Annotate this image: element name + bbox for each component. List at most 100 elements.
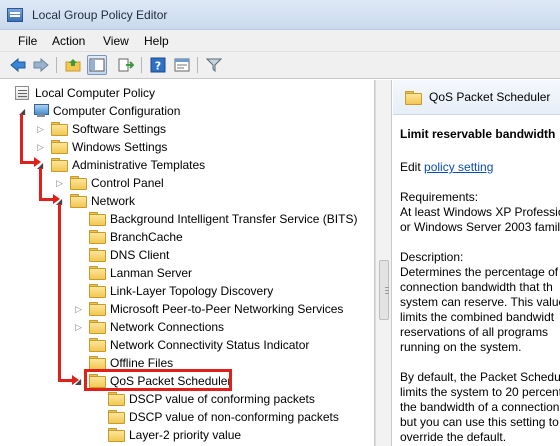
folder-icon bbox=[405, 91, 422, 105]
tree-node-link-layer-topology[interactable]: Link-Layer Topology Discovery bbox=[0, 282, 374, 300]
tree-label: Layer-2 priority value bbox=[129, 428, 242, 442]
tree-node-branchcache[interactable]: BranchCache bbox=[0, 228, 374, 246]
tree-node-administrative-templates[interactable]: Administrative Templates bbox=[0, 156, 374, 174]
annotation-arrow-icon bbox=[34, 157, 41, 167]
tree-label: Offline Files bbox=[110, 356, 174, 370]
annotation-line bbox=[58, 204, 61, 381]
tree-node-layer2-priority[interactable]: Layer-2 priority value bbox=[0, 426, 374, 444]
tree-node-computer-configuration[interactable]: Computer Configuration bbox=[0, 102, 374, 120]
folder-icon bbox=[108, 428, 125, 442]
details-header-title: QoS Packet Scheduler bbox=[429, 90, 551, 104]
tree-label: Lanman Server bbox=[110, 266, 193, 280]
annotation-arrow-icon bbox=[72, 375, 79, 385]
tree-node-dscp-non-conforming[interactable]: DSCP value of non-conforming packets bbox=[0, 408, 374, 426]
tree-label: BranchCache bbox=[110, 230, 183, 244]
tree-label: Link-Layer Topology Discovery bbox=[110, 284, 274, 298]
tree-node-local-computer-policy[interactable]: Local Computer Policy bbox=[0, 84, 374, 102]
tree-label: Control Panel bbox=[91, 176, 164, 190]
folder-icon bbox=[89, 230, 106, 244]
folder-icon bbox=[89, 356, 106, 370]
folder-icon bbox=[89, 266, 106, 280]
folder-icon bbox=[108, 410, 125, 424]
folder-icon bbox=[70, 194, 87, 208]
show-hide-tree-icon[interactable] bbox=[87, 55, 107, 75]
folder-icon bbox=[89, 338, 106, 352]
console-tree: Local Computer Policy Computer Configura… bbox=[0, 80, 375, 446]
description-line: reservations of all programs bbox=[400, 325, 549, 339]
tree-node-peer-to-peer[interactable]: Microsoft Peer-to-Peer Networking Servic… bbox=[0, 300, 374, 318]
properties-icon[interactable] bbox=[172, 55, 192, 75]
grip-line bbox=[385, 293, 389, 294]
tree-label: Network Connections bbox=[110, 320, 225, 334]
description-label: Description: bbox=[400, 250, 464, 264]
folder-icon bbox=[89, 284, 106, 298]
collapse-arrow-icon[interactable] bbox=[75, 303, 85, 315]
collapse-arrow-icon[interactable] bbox=[37, 141, 47, 153]
tree-vertical-scrollbar[interactable] bbox=[375, 80, 392, 446]
scrollbar-thumb[interactable] bbox=[379, 260, 389, 320]
tree-label: DNS Client bbox=[110, 248, 170, 262]
toolbar-separator bbox=[197, 57, 198, 73]
tree-node-ncsi[interactable]: Network Connectivity Status Indicator bbox=[0, 336, 374, 354]
folder-icon bbox=[89, 302, 106, 316]
tree-node-dscp-conforming[interactable]: DSCP value of conforming packets bbox=[0, 390, 374, 408]
default-line: limits the system to 20 percent bbox=[400, 385, 560, 399]
tree-node-bits[interactable]: Background Intelligent Transfer Service … bbox=[0, 210, 374, 228]
toolbar-separator bbox=[56, 57, 57, 73]
tree-label: Computer Configuration bbox=[53, 104, 181, 118]
tree-label: DSCP value of non-conforming packets bbox=[129, 410, 339, 424]
tree-node-windows-settings[interactable]: Windows Settings bbox=[0, 138, 374, 156]
tree-label: Network bbox=[91, 194, 136, 208]
filter-icon[interactable] bbox=[204, 55, 224, 75]
annotation-arrow-icon bbox=[53, 194, 60, 204]
collapse-arrow-icon[interactable] bbox=[75, 321, 85, 333]
group-policy-app-icon bbox=[7, 8, 23, 22]
annotation-line bbox=[39, 168, 42, 200]
folder-icon bbox=[70, 176, 87, 190]
tree-label: Administrative Templates bbox=[72, 158, 206, 172]
tree-node-control-panel[interactable]: Control Panel bbox=[0, 174, 374, 192]
toolbar-separator bbox=[141, 57, 142, 73]
default-line: but you can use this setting to bbox=[400, 415, 559, 429]
computer-icon bbox=[33, 104, 49, 118]
folder-icon bbox=[51, 140, 68, 154]
help-icon[interactable]: ? bbox=[148, 55, 168, 75]
toolbar: ? bbox=[0, 52, 560, 79]
menu-file[interactable]: File bbox=[18, 34, 37, 48]
tree-node-lanman-server[interactable]: Lanman Server bbox=[0, 264, 374, 282]
grip-line bbox=[385, 290, 389, 291]
details-header: QoS Packet Scheduler bbox=[393, 80, 560, 115]
folder-icon bbox=[51, 158, 68, 172]
edit-policy-setting-link[interactable]: policy setting bbox=[424, 160, 493, 174]
svg-text:?: ? bbox=[155, 60, 161, 73]
menu-help[interactable]: Help bbox=[144, 34, 169, 48]
default-line: override the default. bbox=[400, 430, 507, 444]
folder-icon bbox=[108, 392, 125, 406]
folder-icon bbox=[89, 320, 106, 334]
folder-icon bbox=[51, 122, 68, 136]
export-list-icon[interactable] bbox=[116, 55, 136, 75]
collapse-arrow-icon[interactable] bbox=[56, 177, 66, 189]
forward-icon[interactable] bbox=[31, 55, 51, 75]
tree-label: Software Settings bbox=[72, 122, 167, 136]
description-line: limits the combined bandwidt bbox=[400, 310, 555, 324]
collapse-arrow-icon[interactable] bbox=[37, 123, 47, 135]
details-pane: QoS Packet Scheduler Limit reservable ba… bbox=[393, 80, 560, 446]
up-folder-icon[interactable] bbox=[63, 55, 83, 75]
grip-line bbox=[385, 287, 389, 288]
menu-action[interactable]: Action bbox=[52, 34, 85, 48]
tree-node-software-settings[interactable]: Software Settings bbox=[0, 120, 374, 138]
requirements-line: At least Windows XP Professio bbox=[400, 205, 560, 219]
policy-document-icon bbox=[15, 86, 29, 100]
default-line: By default, the Packet Schedul bbox=[400, 370, 560, 384]
window-title: Local Group Policy Editor bbox=[32, 8, 168, 22]
default-line: the bandwidth of a connection bbox=[400, 400, 560, 414]
tree-label: Background Intelligent Transfer Service … bbox=[110, 212, 358, 226]
description-line: connection bandwidth that th bbox=[400, 280, 553, 294]
description-line: system can reserve. This value bbox=[400, 295, 560, 309]
menu-view[interactable]: View bbox=[103, 34, 129, 48]
back-icon[interactable] bbox=[8, 55, 28, 75]
tree-node-network-connections[interactable]: Network Connections bbox=[0, 318, 374, 336]
tree-node-dns-client[interactable]: DNS Client bbox=[0, 246, 374, 264]
tree-label: Windows Settings bbox=[72, 140, 168, 154]
